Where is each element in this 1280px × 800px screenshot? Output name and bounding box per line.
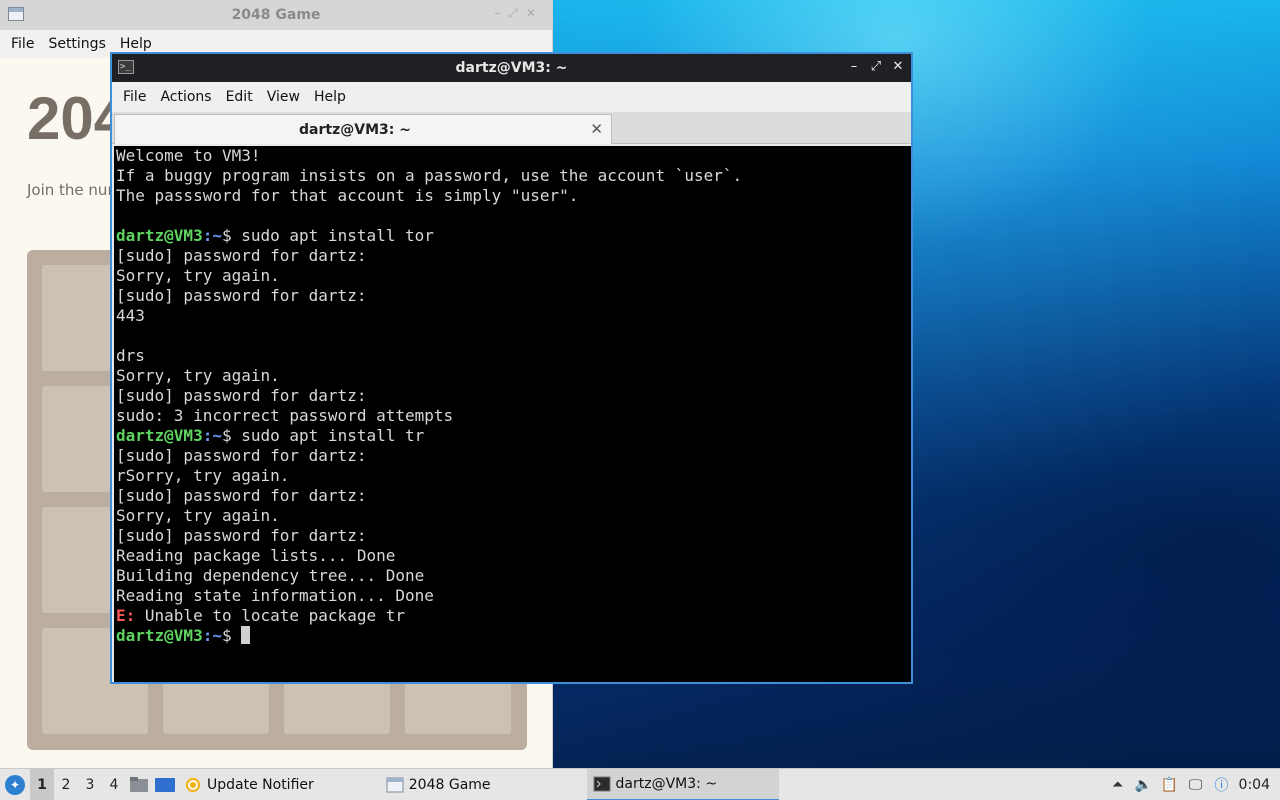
game-menu-file[interactable]: File	[4, 36, 41, 52]
prompt-user: dartz@VM3	[116, 426, 203, 445]
update-notifier-icon	[185, 777, 201, 792]
terminal-window-title: dartz@VM3: ~	[455, 60, 568, 76]
terminal-line: If a buggy program insists on a password…	[116, 166, 743, 185]
terminal-window: >_ dartz@VM3: ~ – ⤢ ✕ File Actions Edit …	[110, 52, 913, 684]
task-label: dartz@VM3: ~	[615, 775, 718, 792]
window-icon	[386, 777, 404, 792]
terminal-line: E: Unable to locate package tr	[116, 606, 911, 626]
terminal-menu-edit[interactable]: Edit	[219, 89, 260, 105]
terminal-menu-file[interactable]: File	[116, 89, 153, 105]
file-manager-icon[interactable]	[128, 776, 150, 794]
start-menu-button[interactable]: ✦	[0, 769, 30, 800]
workspace-4[interactable]: 4	[102, 769, 126, 800]
terminal-menu-view[interactable]: View	[260, 89, 307, 105]
command-text: $	[221, 626, 242, 645]
prompt-path: :~	[202, 226, 222, 245]
prompt-user: dartz@VM3	[116, 626, 203, 645]
terminal-titlebar[interactable]: >_ dartz@VM3: ~ – ⤢ ✕	[112, 54, 911, 82]
terminal-line: dartz@VM3:~$ sudo apt install tor	[116, 226, 911, 246]
task-update-notifier[interactable]: Update Notifier	[178, 769, 320, 800]
terminal-line: [sudo] password for dartz:	[116, 486, 367, 505]
terminal-menu-help[interactable]: Help	[307, 89, 353, 105]
terminal-line: Welcome to VM3!	[116, 146, 261, 165]
lubuntu-logo-icon: ✦	[5, 774, 25, 795]
game-window-title: 2048 Game	[231, 7, 321, 23]
game-titlebar[interactable]: 2048 Game –⤢✕	[0, 0, 552, 30]
system-tray: ⏶ 🔈 📋 🖵 ⓘ 0:04	[1109, 769, 1280, 800]
terminal-tab[interactable]: dartz@VM3: ~ ✕	[114, 114, 612, 144]
terminal-line: [sudo] password for dartz:	[116, 446, 367, 465]
terminal-line: [sudo] password for dartz:	[116, 526, 367, 545]
terminal-line: Sorry, try again.	[116, 506, 280, 525]
workspace-2[interactable]: 2	[54, 769, 78, 800]
terminal-tabbar: dartz@VM3: ~ ✕	[112, 112, 911, 144]
taskbar: ✦ 1 2 3 4 Update Notifier 2048 Game dart…	[0, 768, 1280, 800]
terminal-output[interactable]: Welcome to VM3! If a buggy program insist…	[114, 146, 911, 682]
clipboard-icon[interactable]: 📋	[1161, 776, 1179, 794]
terminal-line: [sudo] password for dartz:	[116, 386, 367, 405]
tab-close-icon[interactable]: ✕	[590, 120, 603, 138]
prompt-path: :~	[202, 626, 222, 645]
workspace-1[interactable]: 1	[30, 768, 54, 800]
tray-arrow-icon[interactable]: ⏶	[1109, 776, 1127, 794]
terminal-line: [sudo] password for dartz:	[116, 246, 367, 265]
terminal-icon	[593, 776, 611, 791]
clock[interactable]: 0:04	[1239, 777, 1270, 793]
window-controls[interactable]: –⤢✕	[494, 6, 544, 21]
terminal-line: Reading state information... Done	[116, 586, 434, 605]
terminal-line: Sorry, try again.	[116, 366, 280, 385]
task-label: Update Notifier	[207, 776, 314, 793]
close-icon[interactable]: ✕	[891, 59, 905, 74]
task-2048-game[interactable]: 2048 Game	[380, 769, 497, 800]
terminal-line: sudo: 3 incorrect password attempts	[116, 406, 454, 425]
network-icon[interactable]: 🖵	[1187, 776, 1205, 794]
terminal-line: dartz@VM3:~$	[116, 626, 911, 646]
prompt-user: dartz@VM3	[116, 226, 203, 245]
show-desktop-icon[interactable]	[154, 776, 176, 794]
text-cursor	[241, 626, 251, 644]
workspace-3[interactable]: 3	[78, 769, 102, 800]
game-menu-settings[interactable]: Settings	[41, 36, 112, 52]
terminal-line: The passsword for that account is simply…	[116, 186, 579, 205]
terminal-menu-actions[interactable]: Actions	[153, 89, 218, 105]
terminal-tab-label: dartz@VM3: ~	[299, 122, 411, 138]
task-label: 2048 Game	[408, 776, 491, 793]
terminal-line: Sorry, try again.	[116, 266, 280, 285]
error-text: Unable to locate package tr	[135, 606, 405, 625]
terminal-line: [sudo] password for dartz:	[116, 286, 367, 305]
terminal-icon: >_	[118, 60, 134, 74]
terminal-line: Building dependency tree... Done	[116, 566, 425, 585]
error-prefix: E:	[116, 606, 136, 625]
volume-icon[interactable]: 🔈	[1135, 776, 1153, 794]
terminal-line: rSorry, try again.	[116, 466, 290, 485]
maximize-icon[interactable]: ⤢	[869, 59, 883, 74]
command-text: $ sudo apt install tor	[221, 226, 434, 245]
terminal-line: dartz@VM3:~$ sudo apt install tr	[116, 426, 911, 446]
task-terminal[interactable]: dartz@VM3: ~	[586, 768, 779, 800]
game-menu-help[interactable]: Help	[113, 36, 159, 52]
terminal-menubar: File Actions Edit View Help	[112, 82, 911, 112]
terminal-line: 443	[116, 306, 145, 325]
notification-icon[interactable]: ⓘ	[1213, 776, 1231, 794]
command-text: $ sudo apt install tr	[221, 426, 425, 445]
window-icon	[8, 7, 24, 21]
minimize-icon[interactable]: –	[847, 59, 861, 74]
terminal-line: drs	[116, 346, 145, 365]
prompt-path: :~	[202, 426, 222, 445]
terminal-line: Reading package lists... Done	[116, 546, 396, 565]
